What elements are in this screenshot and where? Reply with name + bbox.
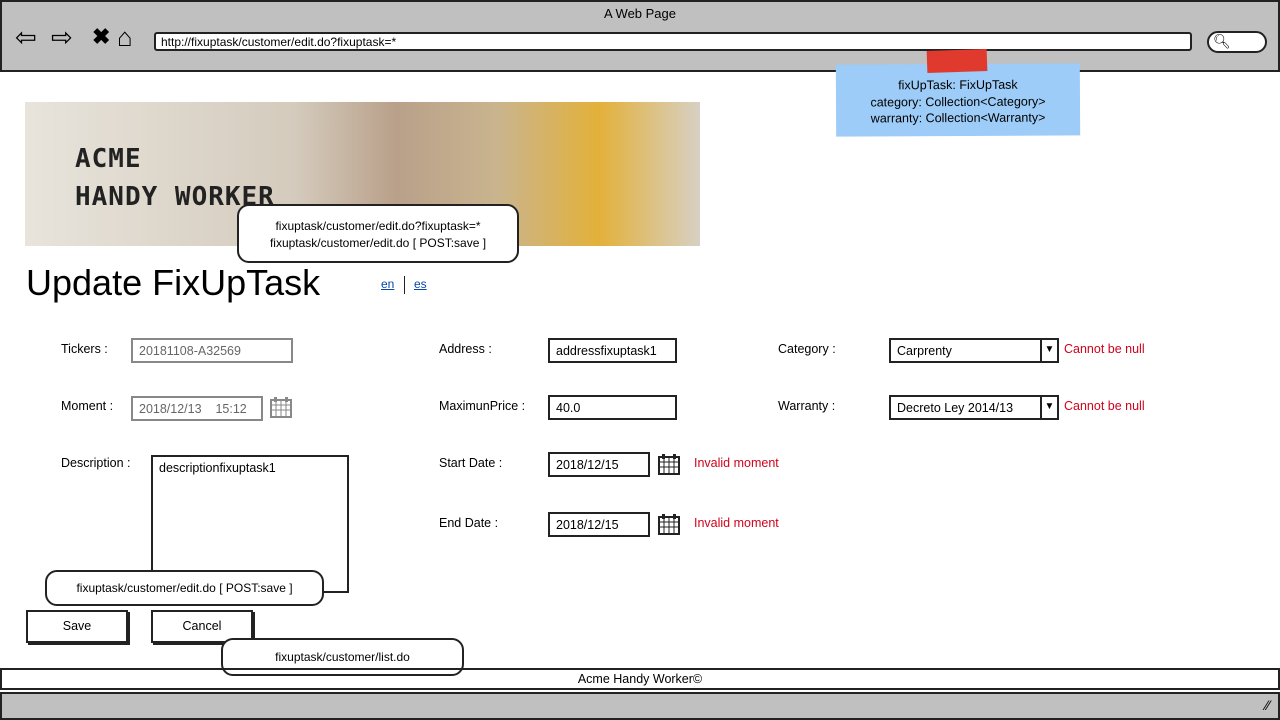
note-line: fixUpTask: FixUpTask	[898, 77, 1018, 93]
calendar-icon[interactable]	[658, 453, 680, 475]
search-icon: 🔍︎	[1213, 33, 1231, 49]
end-date-error: Invalid moment	[694, 516, 779, 530]
sticky-note: fixUpTask: FixUpTask category: Collectio…	[835, 63, 1081, 137]
start-date-input[interactable]: 2018/12/15	[548, 452, 650, 477]
moment-field: 2018/12/13 15:12	[131, 396, 263, 421]
search-input[interactable]: 🔍︎	[1207, 31, 1267, 53]
close-icon[interactable]: ✖	[92, 24, 110, 50]
address-input[interactable]: addressfixuptask1	[548, 338, 677, 363]
footer: Acme Handy Worker©	[0, 668, 1280, 690]
calendar-icon[interactable]	[270, 396, 292, 418]
chevron-down-icon: ▼	[1040, 397, 1057, 418]
page-title: Update FixUpTask	[26, 262, 321, 303]
note-line: warranty: Collection<Warranty>	[870, 110, 1046, 126]
resize-grip-icon[interactable]: ⁄⁄	[1265, 697, 1270, 713]
note-line: category: Collection<Category>	[870, 94, 1046, 109]
end-date-input[interactable]: 2018/12/15	[548, 512, 650, 537]
save-button[interactable]: Save	[26, 610, 128, 643]
maxprice-input[interactable]: 40.0	[548, 395, 677, 420]
calendar-icon[interactable]	[658, 513, 680, 535]
category-label: Category :	[778, 342, 836, 356]
warranty-error: Cannot be null	[1064, 399, 1145, 413]
start-date-error: Invalid moment	[694, 456, 779, 470]
start-date-label: Start Date :	[439, 456, 503, 470]
maxprice-label: MaximunPrice :	[439, 399, 526, 413]
warranty-select[interactable]: Decreto Ley 2014/13 ▼	[889, 395, 1059, 420]
category-select[interactable]: Carprenty ▼	[889, 338, 1059, 363]
moment-label: Moment :	[61, 399, 114, 413]
tickers-label: Tickers :	[61, 342, 108, 356]
end-date-label: End Date :	[439, 516, 499, 530]
chevron-down-icon: ▼	[1040, 340, 1057, 361]
lang-en-link[interactable]: en	[381, 277, 394, 291]
tickers-field: 20181108-A32569	[131, 338, 293, 363]
address-label: Address :	[439, 342, 492, 356]
url-input[interactable]: http://fixuptask/customer/edit.do?fixupt…	[154, 32, 1192, 51]
callout-banner: fixuptask/customer/edit.do?fixuptask=* fi…	[237, 204, 519, 263]
warranty-label: Warranty :	[778, 399, 836, 413]
status-bar: ⁄⁄	[0, 692, 1280, 720]
forward-icon[interactable]: ⇨	[51, 24, 73, 50]
window-title: A Web Page	[603, 6, 677, 21]
category-error: Cannot be null	[1064, 342, 1145, 356]
divider	[404, 276, 405, 294]
lang-es-link[interactable]: es	[414, 277, 427, 291]
description-label: Description :	[61, 456, 131, 470]
tape-decoration	[926, 48, 988, 74]
back-icon[interactable]: ⇦	[15, 24, 37, 50]
home-icon[interactable]: ⌂	[117, 24, 133, 50]
callout-save: fixuptask/customer/edit.do [ POST:save ]	[45, 570, 324, 606]
